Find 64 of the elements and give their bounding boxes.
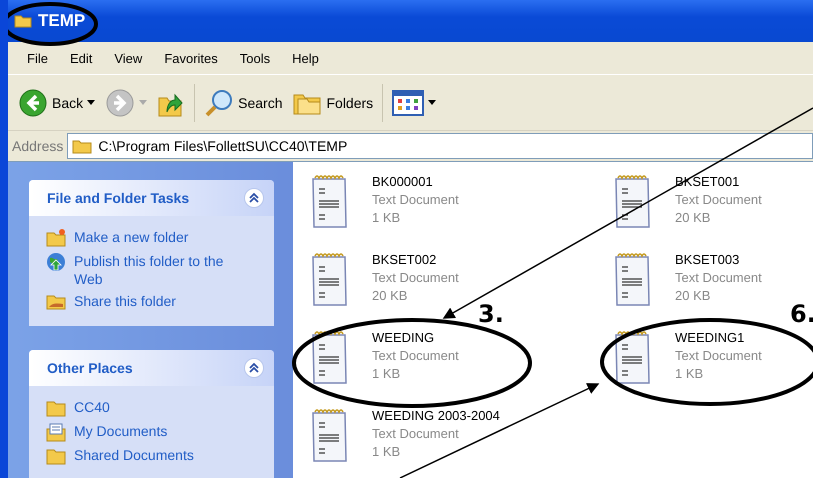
panel-title: Other Places [47,360,133,376]
file-name[interactable]: BK000001 [372,173,459,191]
file-type: Text Document [372,425,460,443]
chevron-icon [248,362,260,374]
menu-item[interactable]: Tools [228,50,282,66]
file-name[interactable]: BKSET003 [675,251,762,269]
file-type: Text Document [372,347,459,365]
views-icon [392,90,424,116]
file-size: 1 KB [372,443,402,461]
file-size: 1 KB [675,365,704,383]
notepad-icon [613,329,653,387]
menu-item[interactable]: Help [281,50,330,66]
caret-icon [87,100,96,105]
address-field[interactable]: C:\Program Files\FollettSU\CC40\TEMP [67,133,813,159]
task-link[interactable]: Make a new folder [74,228,188,246]
notepad-icon [310,251,350,309]
task-link[interactable]: Share this folder [74,292,176,310]
documents-icon [46,422,66,442]
back-button[interactable]: Back [14,86,100,120]
address-value: C:\Program Files\FollettSU\CC40\TEMP [98,138,348,154]
file-name[interactable]: WEEDING 2003-2004 [372,407,500,425]
notepad-icon [310,407,350,465]
globe-icon [46,252,66,272]
menu-item[interactable]: File [16,50,59,66]
search-icon [204,88,234,118]
address-label: Address [12,138,64,154]
search-button[interactable]: Search [200,86,286,120]
file-type: Text Document [372,269,459,287]
task-link[interactable]: Shared Documents [74,446,194,464]
file-type: Text Document [675,347,762,365]
collapse-button[interactable] [244,188,264,208]
collapse-button[interactable] [244,358,264,378]
callout-number: 3. [478,300,504,328]
caret-icon [139,100,148,105]
file-name[interactable]: BKSET002 [372,251,459,269]
task-link[interactable]: CC40 [74,398,110,416]
menu-item[interactable]: View [103,50,154,66]
file-type: Text Document [675,191,762,209]
menu-item[interactable]: Favorites [153,50,229,66]
notepad-icon [613,251,653,309]
file-name[interactable]: WEEDING [372,329,459,347]
folder-icon [72,138,92,154]
folder-icon [14,14,32,28]
file-size: 20 KB [675,209,712,227]
file-type: Text Document [675,269,762,287]
menu-item[interactable]: Edit [58,50,104,66]
notepad-icon [613,173,653,231]
file-name[interactable]: WEEDING1 [675,329,762,347]
task-link[interactable]: My Documents [74,422,168,440]
notepad-icon [310,173,350,231]
caret-icon [428,100,436,105]
file-size: 20 KB [675,287,712,305]
file-type: Text Document [372,191,459,209]
folders-button[interactable]: Folders [288,86,378,118]
new-folder-icon [46,228,66,248]
callout-number: 6. [790,300,813,328]
task-link[interactable]: Publish this folder to the Web [74,252,254,288]
window-title: TEMP [38,11,86,31]
file-size: 1 KB [372,209,402,227]
chevron-icon [248,192,260,204]
file-size: 1 KB [372,365,402,383]
panel-title: File and Folder Tasks [47,190,190,206]
file-size: 20 KB [372,287,408,305]
notepad-icon [310,329,350,387]
